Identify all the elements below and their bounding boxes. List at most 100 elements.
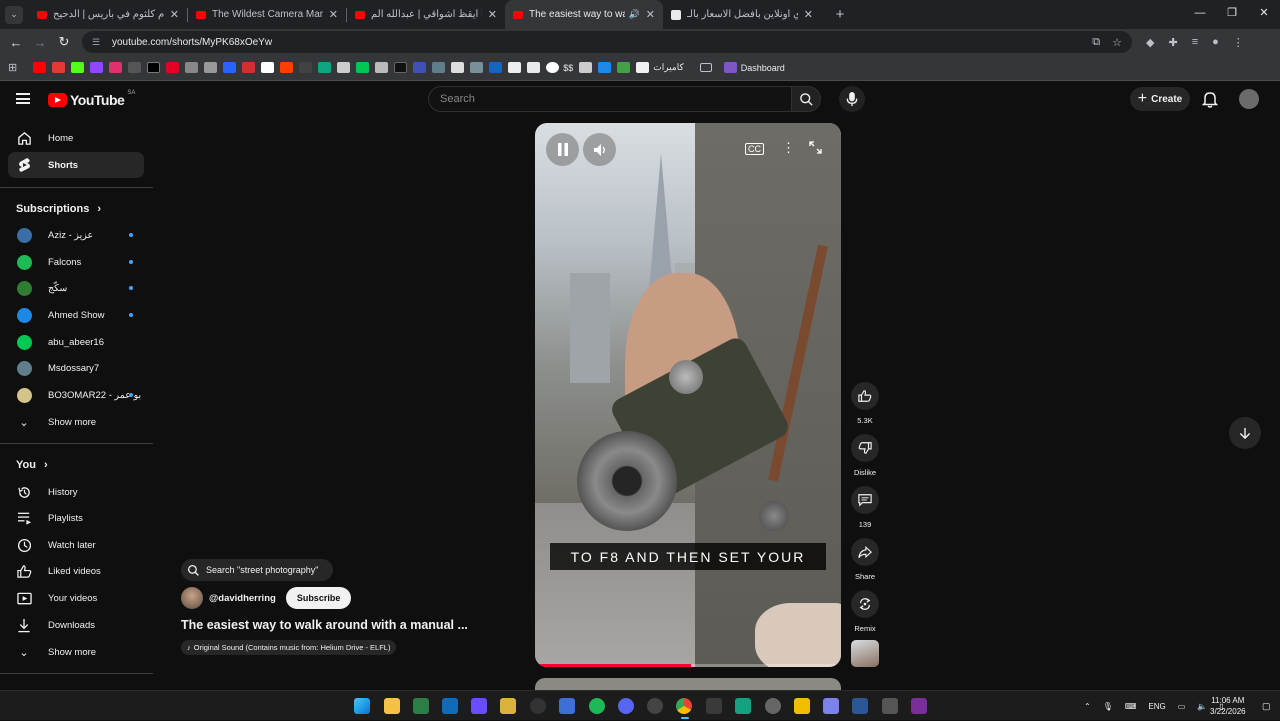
- voice-search-button[interactable]: [839, 86, 865, 112]
- sidebar-item-history[interactable]: History: [8, 479, 144, 505]
- bookmark-icon[interactable]: [242, 62, 256, 73]
- chrome-icon[interactable]: [676, 698, 692, 714]
- tab-close-icon[interactable]: ✕: [329, 8, 338, 21]
- bookmark-dashboard[interactable]: Dashboard: [723, 62, 785, 73]
- app-icon[interactable]: [882, 698, 898, 714]
- bookmark-youtube-icon[interactable]: [33, 62, 47, 73]
- bookmark-twitch-icon[interactable]: [90, 62, 104, 73]
- video-progress-bar[interactable]: [535, 664, 841, 667]
- bookmark-icon[interactable]: [204, 62, 218, 73]
- audio-playing-icon[interactable]: 🔊: [629, 9, 640, 20]
- volume-tray-icon[interactable]: 🔈: [1197, 702, 1207, 711]
- bookmark-icon[interactable]: [375, 62, 389, 73]
- minimize-icon[interactable]: —: [1184, 0, 1216, 29]
- folder-icon[interactable]: [699, 63, 712, 72]
- sidebar-sub-aziz[interactable]: Aziz - عزيز: [8, 222, 144, 248]
- browser-menu-icon[interactable]: ⋮: [1233, 36, 1244, 49]
- browser-tab-3[interactable]: يا حلماً أيقظ أشواقي | عبدالله الم ✕: [347, 0, 505, 29]
- share-button[interactable]: [851, 538, 879, 566]
- notifications-bell-icon[interactable]: [1201, 91, 1219, 113]
- teams-icon[interactable]: [823, 698, 839, 714]
- media-control-icon[interactable]: ≡: [1192, 36, 1198, 49]
- app-icon[interactable]: [735, 698, 751, 714]
- profile-icon[interactable]: ●: [1212, 36, 1219, 49]
- outlook-icon[interactable]: [442, 698, 458, 714]
- remix-action[interactable]: Remix: [851, 590, 879, 633]
- bookmark-cameras[interactable]: كاميرات: [636, 62, 684, 73]
- app-icon[interactable]: [911, 698, 927, 714]
- sidebar-sub-falcons[interactable]: Falcons: [8, 249, 144, 275]
- create-button[interactable]: + Create: [1130, 87, 1190, 111]
- tray-overflow-icon[interactable]: ⌃: [1084, 702, 1091, 711]
- tab-search-icon[interactable]: ⌄: [5, 5, 23, 24]
- comments-button[interactable]: [851, 486, 879, 514]
- browser-tab-active[interactable]: The easiest way to walk aro 🔊 ✕: [505, 0, 663, 29]
- subscriptions-heading[interactable]: Subscriptions ›: [16, 203, 101, 215]
- reload-icon[interactable]: ↻: [52, 34, 76, 50]
- search-button[interactable]: [791, 86, 821, 112]
- apps-grid-icon[interactable]: ⊞: [8, 61, 17, 74]
- bookmark-kick-icon[interactable]: [71, 62, 85, 73]
- bookmark-icon[interactable]: [432, 62, 446, 73]
- app-icon[interactable]: [559, 698, 575, 714]
- search-input[interactable]: Search: [428, 86, 792, 112]
- language-indicator[interactable]: ENG: [1148, 702, 1165, 711]
- channel-avatar[interactable]: [181, 587, 203, 609]
- bookmark-icon[interactable]: [489, 62, 503, 73]
- windows-start-icon[interactable]: [354, 698, 370, 714]
- tab-close-icon[interactable]: ✕: [804, 8, 813, 21]
- youtube-logo[interactable]: YouTube SA: [48, 90, 135, 108]
- show-more-subscriptions[interactable]: ⌄ Show more: [8, 409, 144, 435]
- channel-handle[interactable]: @davidherring: [209, 593, 276, 604]
- account-avatar[interactable]: [1239, 89, 1259, 109]
- sidebar-item-playlists[interactable]: Playlists: [8, 505, 144, 531]
- app-icon[interactable]: [765, 698, 781, 714]
- bookmark-pinterest-icon[interactable]: [166, 62, 180, 73]
- sidebar-sub-3[interactable]: سكّج: [8, 275, 144, 301]
- pause-button[interactable]: [546, 133, 579, 166]
- app-icon[interactable]: [500, 698, 516, 714]
- bookmark-icon[interactable]: [579, 62, 593, 73]
- notifications-icon[interactable]: ▢: [1262, 701, 1271, 712]
- app-icon[interactable]: [852, 698, 868, 714]
- sidebar-sub-msdossary7[interactable]: Msdossary7: [8, 355, 144, 381]
- bookmark-icon[interactable]: [299, 62, 313, 73]
- sidebar-sub-ahmed-show[interactable]: Ahmed Show: [8, 302, 144, 328]
- restore-icon[interactable]: ❐: [1216, 0, 1248, 29]
- bookmark-icon[interactable]: [394, 62, 408, 73]
- like-action[interactable]: 5.3K: [851, 382, 879, 425]
- bookmark-icon[interactable]: [413, 62, 427, 73]
- bookmark-icon[interactable]: [52, 62, 66, 73]
- tab-close-icon[interactable]: ✕: [488, 8, 497, 21]
- microphone-tray-icon[interactable]: 🎙: [1103, 702, 1113, 711]
- bookmark-google-dollar[interactable]: $$: [546, 62, 573, 73]
- menu-hamburger-icon[interactable]: [16, 93, 30, 104]
- sidebar-sub-bo3omar22[interactable]: BO3OMAR22 - بو عمر: [8, 382, 144, 408]
- remix-button[interactable]: [851, 590, 879, 618]
- browser-tab-1[interactable]: أم كلثوم في باريس | الدحيح - be ✕: [29, 0, 187, 29]
- extensions-puzzle-icon[interactable]: ✚: [1168, 36, 1177, 49]
- sidebar-item-downloads[interactable]: Downloads: [8, 612, 144, 638]
- bookmark-icon[interactable]: [527, 62, 541, 73]
- bookmark-icon[interactable]: [337, 62, 351, 73]
- app-icon[interactable]: [413, 698, 429, 714]
- bookmark-icon[interactable]: [508, 62, 522, 73]
- spotify-icon[interactable]: [589, 698, 605, 714]
- browser-tab-2[interactable]: The Wildest Camera Market I've ✕: [188, 0, 346, 29]
- bookmark-icon[interactable]: [470, 62, 484, 73]
- app-icon[interactable]: [706, 698, 722, 714]
- back-icon[interactable]: ←: [4, 35, 28, 50]
- bookmark-t-icon[interactable]: [261, 62, 275, 73]
- next-short-preview[interactable]: [535, 678, 841, 690]
- close-window-icon[interactable]: ✕: [1248, 0, 1280, 29]
- keyboard-icon[interactable]: ⌨: [1125, 702, 1137, 711]
- comments-action[interactable]: 139: [851, 486, 879, 529]
- more-options-icon[interactable]: ⋮: [782, 140, 795, 156]
- sidebar-item-liked-videos[interactable]: Liked videos: [8, 558, 144, 584]
- network-icon[interactable]: ▭: [1178, 702, 1186, 711]
- sidebar-item-shorts[interactable]: Shorts: [8, 152, 144, 178]
- bookmark-icon[interactable]: [598, 62, 612, 73]
- sidebar-item-home[interactable]: Home: [8, 125, 144, 151]
- bookmark-icon[interactable]: [185, 62, 199, 73]
- share-action[interactable]: Share: [851, 538, 879, 581]
